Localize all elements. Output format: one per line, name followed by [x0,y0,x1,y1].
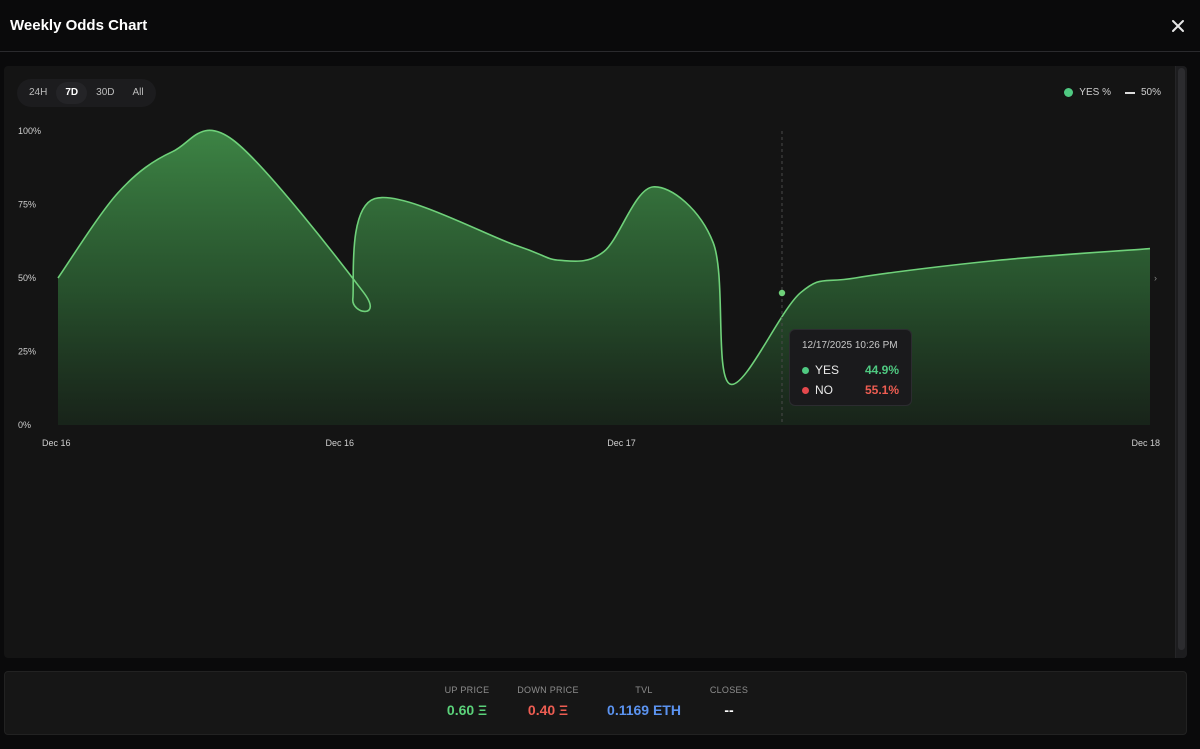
midline-marker: › [1154,273,1157,283]
stat-label: DOWN PRICE [517,685,579,695]
stat-label: UP PRICE [444,685,490,695]
stat-up-price: UP PRICE 0.60 Ξ [435,685,499,718]
odds-chart[interactable]: 100% 75% 50% 25% 0% Dec 16 Dec 16 Dec 17 Dec 18… [4,66,1174,658]
tooltip-yes-value: 44.9% [864,363,899,377]
no-dot [802,386,809,394]
tooltip-date: 12/17/2025 10:26 PM [802,340,898,351]
modal-header: Weekly Odds Chart [0,0,1200,52]
close-button[interactable] [1168,16,1188,36]
stat-value: -- [724,702,734,718]
stat-down-price: DOWN PRICE 0.40 Ξ [510,685,586,718]
x-tick-label: Dec 16 [42,438,71,448]
x-tick-label: Dec 18 [1131,438,1160,448]
x-tick-label: Dec 16 [325,438,354,448]
tooltip-no-label: NO [815,383,833,397]
stat-label: TVL [635,685,653,695]
chart-tooltip: 12/17/2025 10:26 PM YES 44.9% NO 55.1% [789,329,912,406]
stat-label: CLOSES [709,685,749,695]
stat-tvl: TVL 0.1169 ETH [599,685,689,718]
stat-value: 0.60 Ξ [446,702,488,718]
yes-dot [802,366,809,374]
tooltip-no-value: 55.1% [864,383,899,397]
stat-value: 0.40 Ξ [527,702,569,718]
yes-area [58,130,1150,425]
y-tick-label: 0% [18,420,31,430]
stat-closes: CLOSES -- [702,685,756,718]
stat-value: 0.1169 ETH [607,702,681,718]
chart-panel: 24H 7D 30D All YES % 50% 100% 75% 50% 25% 0%… [4,66,1187,658]
tooltip-no-row: NO 55.1% [802,380,899,400]
x-tick-label: Dec 17 [607,438,636,448]
y-tick-label: 25% [18,347,36,357]
hover-point [778,289,786,297]
close-icon[interactable] [1168,16,1188,36]
modal-title: Weekly Odds Chart [10,17,148,34]
scrollbar-thumb[interactable] [1178,68,1185,650]
y-tick-label: 75% [18,200,36,210]
chart-scrollbar[interactable] [1175,66,1187,658]
stats-panel: UP PRICE 0.60 Ξ DOWN PRICE 0.40 Ξ TVL 0.… [4,671,1187,735]
y-tick-label: 50% [18,273,36,283]
tooltip-yes-label: YES [815,363,840,377]
tooltip-yes-row: YES 44.9% [802,360,899,380]
y-tick-label: 100% [18,126,41,136]
